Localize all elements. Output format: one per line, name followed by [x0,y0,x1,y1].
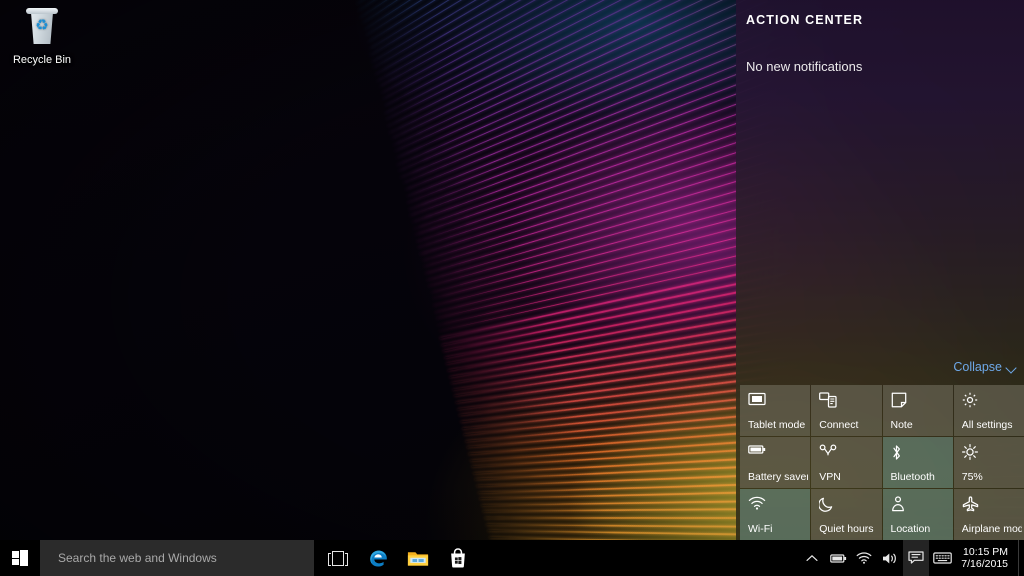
tray-speaker-icon[interactable] [877,540,903,576]
quick-action-label: Connect [819,419,859,431]
search-placeholder: Search the web and Windows [58,551,217,565]
collapse-button[interactable]: Collapse [953,360,1016,374]
store-icon [451,548,465,568]
desktop-icon-recycle-bin[interactable]: ♻ Recycle Bin [6,4,78,67]
start-button[interactable] [0,540,40,576]
vpn-icon [819,444,837,460]
system-tray[interactable]: 10:15 PM 7/16/2015 [799,540,1018,576]
quick-action-connect[interactable]: Connect [811,385,882,436]
quick-action-airplane-mode[interactable]: Airplane mode [953,489,1024,540]
moon-icon [819,496,837,512]
quick-action-quiet-hours[interactable]: Quiet hours [811,489,882,540]
task-view-button[interactable] [318,540,358,576]
tray-battery-icon[interactable] [825,540,851,576]
quick-action-battery-saver[interactable]: Battery saver [740,437,811,488]
location-icon [891,496,909,512]
tablet-mode-icon [748,392,766,408]
quick-action-vpn[interactable]: VPN [811,437,882,488]
quick-action-tablet-mode[interactable]: Tablet mode [740,385,811,436]
quick-action-all-settings[interactable]: All settings [953,385,1024,436]
quick-action-label: VPN [819,471,841,483]
taskbar-app-file-explorer[interactable] [398,540,438,576]
search-input[interactable]: Search the web and Windows [40,540,314,576]
quick-action-label: Note [890,419,913,431]
no-notifications-text: No new notifications [746,59,863,74]
quick-action-label: Bluetooth [890,471,935,483]
quick-action-bluetooth[interactable]: Bluetooth [882,437,953,488]
task-view-icon [328,550,348,566]
action-center-panel[interactable]: ACTION CENTER No new notifications Colla… [736,0,1024,540]
airplane-icon [962,496,980,512]
quick-action-wi-fi[interactable]: Wi-Fi [740,489,811,540]
taskbar[interactable]: Search the web and Windows 10:15 PM 7/16… [0,540,1024,576]
brightness-icon [961,444,980,460]
clock-date: 7/16/2015 [961,558,1008,570]
show-desktop-button[interactable] [1018,540,1024,576]
tray-keyboard-icon[interactable] [929,540,955,576]
desktop-icon-label: Recycle Bin [12,54,72,66]
clock-time: 10:15 PM [963,546,1008,558]
action-center-title: ACTION CENTER [746,13,864,27]
battery-icon [748,444,766,460]
bluetooth-icon [891,444,909,460]
note-icon [891,392,909,408]
folder-icon [407,551,429,566]
windows-logo-icon [12,550,28,566]
quick-action-label: Wi-Fi [748,523,773,535]
chevron-down-icon [1007,363,1016,372]
quick-action-label: 75% [961,471,983,483]
tray-action-center-icon[interactable] [903,540,930,576]
quick-action-label: Quiet hours [819,523,874,535]
taskbar-app-edge[interactable] [358,540,398,576]
taskbar-app-store[interactable] [438,540,478,576]
quick-action-note[interactable]: Note [882,385,953,436]
connect-icon [819,392,837,408]
tray-chevron-up-icon[interactable] [799,540,825,576]
collapse-label: Collapse [953,360,1002,374]
quick-action-label: Location [890,523,931,535]
quick-action-label: All settings [961,419,1013,431]
quick-action-75[interactable]: 75% [953,437,1024,488]
recycle-bin-icon: ♻ [6,8,78,52]
gear-icon [962,392,980,408]
quick-actions-grid[interactable]: Tablet mode Connect Note All settings Batter… [740,385,1024,540]
quick-action-label: Battery saver [748,471,809,483]
quick-action-label: Airplane mode [961,523,1022,535]
quick-action-location[interactable]: Location [882,489,953,540]
tray-wifi-icon[interactable] [851,540,877,576]
edge-icon [369,550,387,567]
clock[interactable]: 10:15 PM 7/16/2015 [955,540,1018,576]
quick-action-label: Tablet mode [748,419,806,431]
wifi-icon [748,496,766,512]
